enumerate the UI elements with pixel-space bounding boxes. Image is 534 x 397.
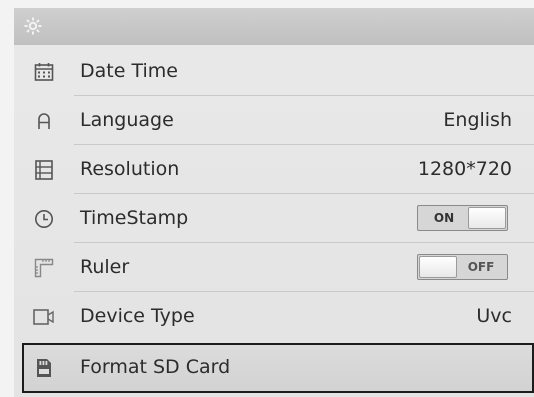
- language-value: English: [443, 109, 512, 131]
- menu-item-language[interactable]: Language English: [14, 96, 534, 145]
- menu-item-timestamp[interactable]: TimeStamp ON: [14, 194, 534, 243]
- menu-item-label: Language: [80, 109, 174, 131]
- menu-item-label: TimeStamp: [80, 207, 189, 229]
- menu-item-device-type[interactable]: Device Type Uvc: [14, 292, 534, 341]
- camera-icon: [32, 305, 56, 329]
- ruler-toggle[interactable]: OFF: [417, 254, 508, 280]
- menu-item-label: Device Type: [80, 305, 195, 327]
- film-icon: [32, 158, 56, 182]
- toggle-knob: [468, 207, 506, 229]
- language-a-icon: [32, 109, 56, 133]
- menu-item-format-sd-card[interactable]: Format SD Card: [22, 343, 534, 393]
- clock-icon: [32, 207, 56, 231]
- settings-screen: Date Time Language English Resolution 12…: [14, 8, 534, 397]
- toggle-knob: [419, 256, 457, 278]
- settings-header: [14, 8, 534, 45]
- gear-icon: [23, 16, 43, 36]
- toggle-state-label: OFF: [467, 260, 495, 274]
- device-type-value: Uvc: [476, 305, 512, 327]
- timestamp-toggle[interactable]: ON: [417, 205, 508, 231]
- menu-item-label: Resolution: [80, 158, 180, 180]
- menu-item-resolution[interactable]: Resolution 1280*720: [14, 145, 534, 194]
- menu-item-date-time[interactable]: Date Time: [14, 47, 534, 96]
- menu-item-label: Date Time: [80, 60, 178, 82]
- sd-card-icon: [32, 356, 56, 380]
- ruler-icon: [32, 256, 56, 280]
- calendar-icon: [32, 60, 56, 84]
- menu-item-ruler[interactable]: Ruler OFF: [14, 243, 534, 292]
- resolution-value: 1280*720: [417, 158, 512, 180]
- menu-item-label: Ruler: [80, 256, 130, 278]
- toggle-state-label: ON: [433, 211, 455, 225]
- menu-item-label: Format SD Card: [80, 356, 231, 378]
